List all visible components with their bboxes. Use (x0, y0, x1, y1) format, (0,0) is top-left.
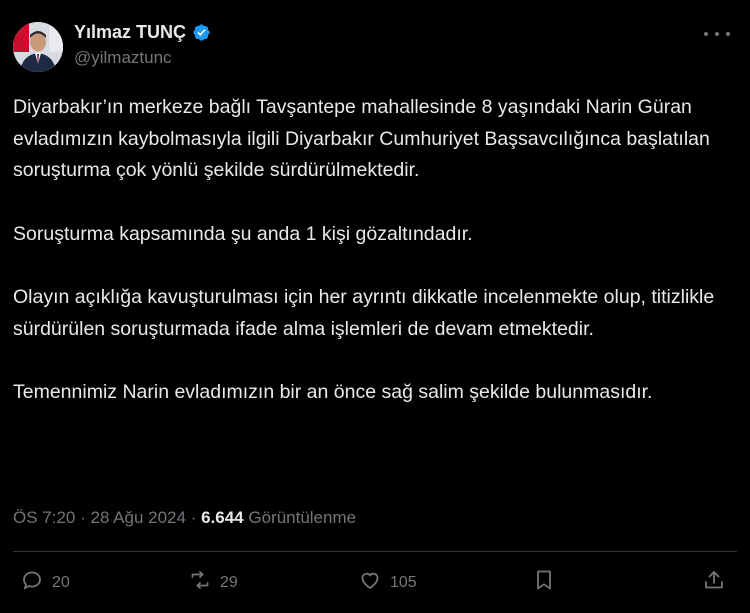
bookmark-icon (532, 568, 556, 597)
repost-count: 29 (220, 573, 238, 591)
tweet-paragraph: Olayın açıklığa kavuşturulması için her … (13, 286, 715, 340)
repost-button[interactable]: 29 (188, 568, 238, 597)
views-label: Görüntülenme (248, 508, 357, 527)
view-count: 6.644 (201, 508, 244, 527)
divider (13, 551, 737, 552)
reply-icon (20, 568, 44, 597)
author-handle[interactable]: @yilmaztunc (74, 48, 172, 68)
author-display-name[interactable]: Yılmaz TUNÇ (74, 22, 186, 43)
tweet-meta: ÖS 7:20 · 28 Ağu 2024 · 6.644 Görüntülen… (13, 508, 356, 528)
author-name-row: Yılmaz TUNÇ (74, 22, 211, 43)
share-button[interactable] (702, 568, 726, 597)
meta-separator: · (185, 508, 202, 527)
tweet-time[interactable]: ÖS 7:20 (13, 508, 75, 528)
reply-count: 20 (52, 573, 70, 591)
verified-badge-icon[interactable] (192, 23, 211, 42)
repost-icon (188, 568, 212, 597)
more-options-icon[interactable] (704, 24, 730, 44)
share-icon (702, 568, 726, 597)
tweet-paragraph: Temennimiz Narin evladımızın bir an önce… (13, 381, 653, 403)
action-bar: 20 29 105 (20, 568, 730, 598)
tweet-date[interactable]: 28 Ağu 2024 (90, 508, 185, 528)
avatar[interactable] (13, 22, 63, 72)
meta-separator: · (75, 508, 91, 527)
like-count: 105 (390, 573, 417, 591)
heart-icon (358, 568, 382, 597)
tweet-paragraph: Soruşturma kapsamında şu anda 1 kişi göz… (13, 222, 473, 245)
bookmark-button[interactable] (532, 568, 556, 597)
tweet-paragraph: Diyarbakır’ın merkeze bağlı Tavşantepe m… (13, 96, 710, 181)
reply-button[interactable]: 20 (20, 568, 70, 597)
like-button[interactable]: 105 (358, 568, 417, 597)
tweet-text: Diyarbakır’ın merkeze bağlı Tavşantepe m… (13, 92, 728, 409)
